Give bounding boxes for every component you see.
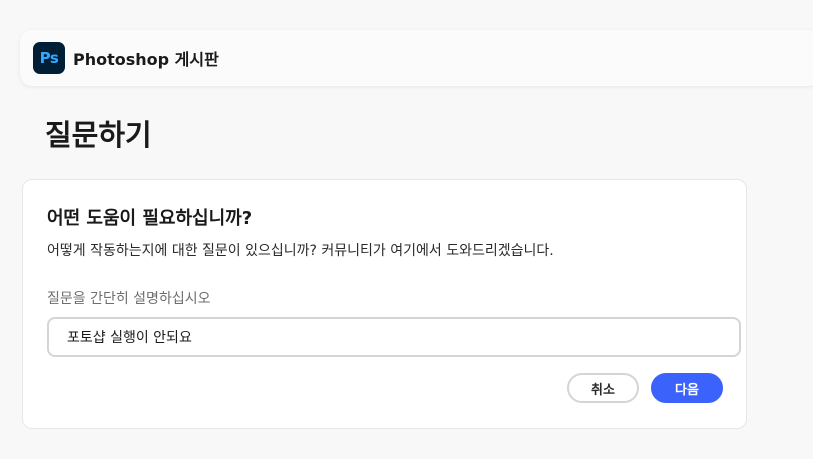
question-input[interactable] bbox=[47, 317, 741, 357]
app-title[interactable]: Photoshop 게시판 bbox=[73, 46, 219, 70]
page-title: 질문하기 bbox=[45, 118, 152, 152]
app-header: Ps Photoshop 게시판 bbox=[20, 30, 813, 86]
card-description: 어떻게 작동하는지에 대한 질문이 있으십니까? 커뮤니티가 여기에서 도와드리… bbox=[47, 243, 554, 259]
next-button[interactable]: 다음 bbox=[651, 373, 723, 403]
photoshop-logo-icon[interactable]: Ps bbox=[33, 42, 65, 74]
question-field-label: 질문을 간단히 설명하십시오 bbox=[47, 291, 211, 307]
card-heading: 어떤 도움이 필요하십니까? bbox=[47, 208, 253, 229]
cancel-button[interactable]: 취소 bbox=[567, 373, 639, 403]
question-card: 어떤 도움이 필요하십니까? 어떻게 작동하는지에 대한 질문이 있으십니까? … bbox=[22, 179, 747, 429]
